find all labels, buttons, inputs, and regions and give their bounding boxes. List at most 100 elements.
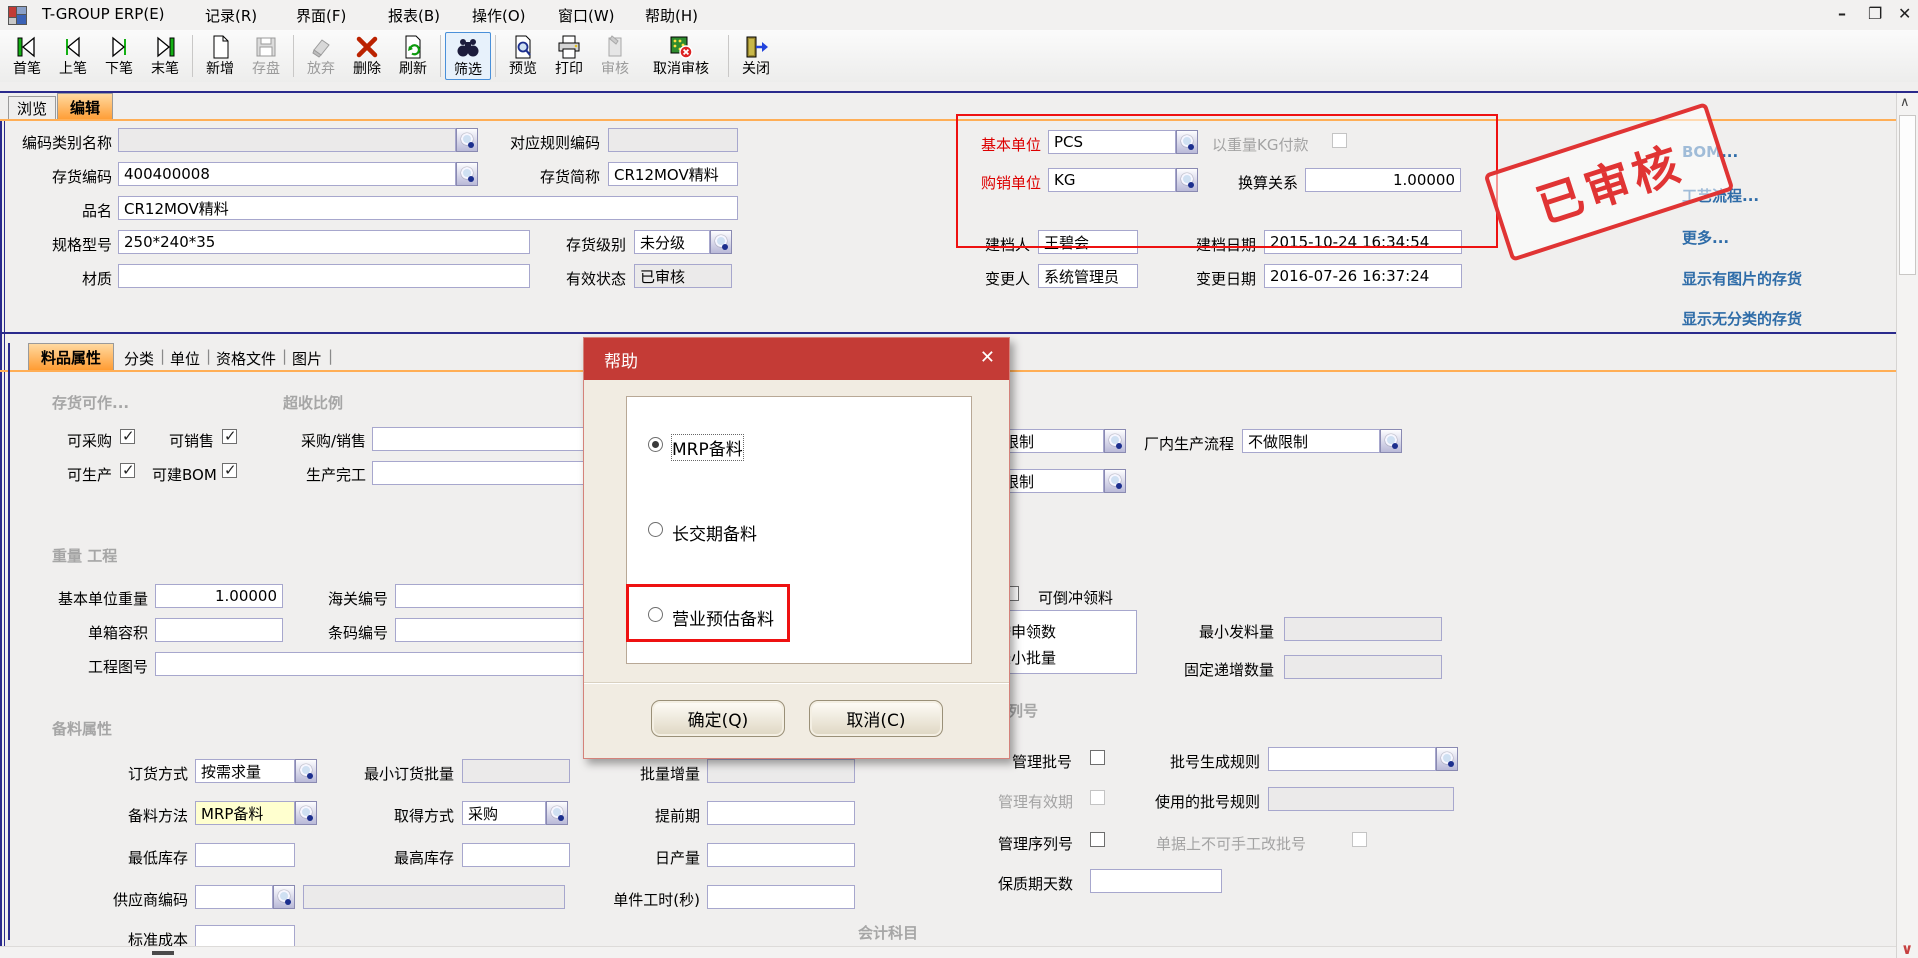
conv-ratio-field[interactable]: 1.00000 [1305, 168, 1461, 192]
delete-button[interactable]: 删除 [344, 32, 390, 80]
sales-forecast-highlight [626, 584, 790, 642]
minimize-button[interactable]: – [1838, 4, 1846, 23]
modifier-field: 系统管理员 [1038, 264, 1138, 288]
print-button[interactable]: 打印 [546, 32, 592, 80]
close-button[interactable]: ✕ [1898, 4, 1911, 23]
factory-flow-lookup-icon[interactable] [1380, 429, 1402, 453]
link-show-unclassified[interactable]: 显示无分类的存货 [1682, 308, 1802, 329]
refresh-button[interactable]: 刷新 [390, 32, 436, 80]
sellable-checkbox[interactable] [222, 429, 237, 444]
manage-batch-checkbox[interactable] [1090, 750, 1105, 765]
dialog-cancel-button[interactable]: 取消(C) [809, 700, 943, 737]
item-name-field[interactable]: CR12MOV精料 [118, 196, 738, 220]
nav-prev-button[interactable]: 上笔 [50, 32, 96, 80]
header-batch-serial-partial: 列号 [1008, 700, 1038, 721]
spec-field[interactable]: 250*240*35 [118, 230, 530, 254]
batch-rule-lookup-icon[interactable] [1436, 747, 1458, 771]
nav-last-button[interactable]: 末笔 [142, 32, 188, 80]
shelf-life-days-field[interactable] [1090, 869, 1222, 893]
acquire-mode-field[interactable]: 采购 [462, 801, 546, 825]
creator-field: 王碧会 [1038, 230, 1138, 254]
trade-unit-lookup-icon[interactable] [1176, 168, 1198, 192]
preview-button[interactable]: 预览 [500, 32, 546, 80]
menu-interface[interactable]: 界面(F) [296, 5, 346, 26]
scroll-down-icon[interactable]: ∨ [1901, 940, 1913, 958]
preview-icon [510, 34, 536, 60]
tab-browse[interactable]: 浏览 [8, 96, 56, 120]
menu-window[interactable]: 窗口(W) [558, 5, 615, 26]
order-mode-field[interactable]: 按需求量 [195, 759, 295, 783]
rule-code-field [608, 128, 738, 152]
tab-edit[interactable]: 编辑 [57, 93, 113, 120]
stock-method-field[interactable]: MRP备料 [195, 801, 295, 825]
base-unit-lookup-icon[interactable] [1176, 130, 1198, 154]
scroll-thumb[interactable] [1899, 115, 1916, 275]
purchasable-checkbox[interactable] [120, 429, 135, 444]
cancel-audit-button[interactable]: 取消审核 [638, 32, 724, 80]
menu-operate[interactable]: 操作(O) [472, 5, 526, 26]
lead-time-field[interactable] [707, 801, 855, 825]
nav-next-button[interactable]: 下笔 [96, 32, 142, 80]
menu-record[interactable]: 记录(R) [205, 5, 257, 26]
label-factory-flow: 厂内生产流程 [1130, 433, 1234, 454]
header-over-ratio: 超收比例 [283, 392, 343, 413]
subtab-item-attributes[interactable]: 料品属性 [28, 343, 114, 370]
label-purchasable: 可采购 [60, 430, 112, 451]
dialog-option-mrp[interactable]: MRP备料 [672, 435, 743, 460]
base-unit-field[interactable]: PCS [1048, 130, 1176, 154]
dialog-radio-mrp[interactable] [648, 437, 663, 452]
dialog-option-long-lead[interactable]: 长交期备料 [672, 520, 757, 545]
subtab-qualification[interactable]: 资格文件 [216, 348, 276, 369]
dialog-titlebar[interactable]: 帮助 ✕ [584, 338, 1009, 380]
process-restrict-lookup-icon[interactable] [1104, 469, 1126, 493]
audit-button: 审核 [592, 32, 638, 80]
unit-hours-field[interactable] [707, 885, 855, 909]
dialog-close-icon[interactable]: ✕ [980, 347, 995, 368]
dialog-radio-long-lead[interactable] [648, 522, 663, 537]
supplier-code-lookup-icon[interactable] [273, 885, 295, 909]
bottom-strip [0, 946, 1896, 958]
item-abbr-field[interactable]: CR12MOV精料 [608, 162, 738, 186]
box-volume-field[interactable] [155, 618, 283, 642]
item-code-lookup-icon[interactable] [456, 162, 478, 186]
stock-method-lookup-icon[interactable] [295, 801, 317, 825]
close-form-button[interactable]: 关闭 [733, 32, 779, 80]
subtab-classification[interactable]: 分类 [124, 348, 154, 369]
max-stock-field[interactable] [462, 843, 570, 867]
daily-output-field[interactable] [707, 843, 855, 867]
status-field: 已审核 [634, 264, 732, 288]
menu-report[interactable]: 报表(B) [388, 5, 440, 26]
producible-checkbox[interactable] [120, 463, 135, 478]
link-more[interactable]: 更多... [1682, 227, 1729, 248]
filter-button[interactable]: 筛选 [445, 32, 491, 80]
manage-serial-checkbox[interactable] [1090, 832, 1105, 847]
item-code-field[interactable]: 400400008 [118, 162, 456, 186]
scroll-up-icon[interactable]: ∧ [1900, 95, 1910, 110]
menu-help[interactable]: 帮助(H) [645, 5, 698, 26]
acquire-mode-lookup-icon[interactable] [546, 801, 568, 825]
link-show-with-image[interactable]: 显示有图片的存货 [1682, 268, 1802, 289]
order-mode-lookup-icon[interactable] [295, 759, 317, 783]
nav-first-button[interactable]: 首笔 [4, 32, 50, 80]
trade-unit-field[interactable]: KG [1048, 168, 1176, 192]
vertical-scrollbar[interactable]: ∧ ∨ [1896, 93, 1918, 958]
new-button[interactable]: 新增 [197, 32, 243, 80]
batch-rule-field[interactable] [1268, 747, 1436, 771]
material-restrict-lookup-icon[interactable] [1104, 429, 1126, 453]
subtab-image[interactable]: 图片 [292, 348, 322, 369]
unit-weight-field[interactable]: 1.00000 [155, 584, 283, 608]
item-level-field[interactable]: 未分级 [634, 230, 710, 254]
item-level-lookup-icon[interactable] [710, 230, 732, 254]
min-stock-field[interactable] [195, 843, 295, 867]
material-field[interactable] [118, 264, 530, 288]
restore-button[interactable]: ❐ [1868, 4, 1882, 23]
subtab-unit[interactable]: 单位 [170, 348, 200, 369]
dialog-ok-button[interactable]: 确定(Q) [651, 700, 785, 737]
code-category-field [118, 128, 456, 152]
code-category-lookup-icon[interactable] [456, 128, 478, 152]
bom-checkbox[interactable] [222, 463, 237, 478]
supplier-code-field[interactable] [195, 885, 273, 909]
menu-tgroup-erp[interactable]: T-GROUP ERP(E) [42, 5, 165, 23]
factory-flow-field[interactable]: 不做限制 [1242, 429, 1380, 453]
nav-last-icon [152, 34, 178, 60]
